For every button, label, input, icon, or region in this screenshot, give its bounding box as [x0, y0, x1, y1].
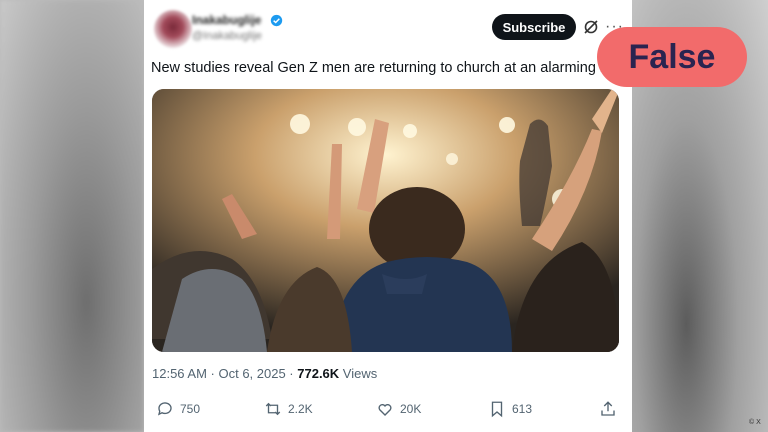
- fact-check-false-badge: False: [597, 27, 747, 87]
- concert-crowd-image: [152, 89, 619, 352]
- repost-button[interactable]: 2.2K: [264, 400, 313, 418]
- action-bar: 750 2.2K 20K 613: [144, 400, 632, 430]
- verified-icon: [270, 14, 283, 27]
- share-icon: [601, 401, 615, 416]
- like-icon: [378, 403, 392, 416]
- author-handle[interactable]: @Inakabuglije: [192, 30, 262, 42]
- repost-count: 2.2K: [288, 402, 313, 416]
- bookmark-count: 613: [512, 402, 533, 416]
- share-button[interactable]: [599, 400, 617, 418]
- views-label: Views: [339, 366, 378, 381]
- post-card: Inakabuglije @Inakabuglije Subscribe ···…: [144, 0, 632, 432]
- bookmark-icon: [491, 401, 503, 418]
- watermark: © X: [749, 419, 761, 426]
- post-timestamp[interactable]: 12:56 AM · Oct 6, 2025 ·: [152, 366, 297, 381]
- subscribe-button[interactable]: Subscribe: [492, 14, 576, 40]
- like-button[interactable]: 20K: [376, 400, 421, 418]
- post-photo[interactable]: [152, 89, 619, 352]
- reply-count: 750: [180, 402, 201, 416]
- background-left: [0, 0, 144, 432]
- repost-icon: [265, 402, 281, 416]
- views-count: 772.6K: [297, 366, 340, 381]
- avatar[interactable]: [154, 10, 192, 48]
- post-text: New studies reveal Gen Z men are returni…: [151, 60, 613, 76]
- author-name[interactable]: Inakabuglije: [192, 13, 261, 27]
- reply-icon: [157, 402, 172, 416]
- reply-button[interactable]: 750: [156, 400, 200, 418]
- like-count: 20K: [400, 402, 422, 416]
- bookmark-button[interactable]: 613: [488, 400, 532, 418]
- grok-icon[interactable]: [583, 19, 599, 35]
- post-meta: 12:56 AM · Oct 6, 2025 · 772.6K Views: [152, 366, 377, 381]
